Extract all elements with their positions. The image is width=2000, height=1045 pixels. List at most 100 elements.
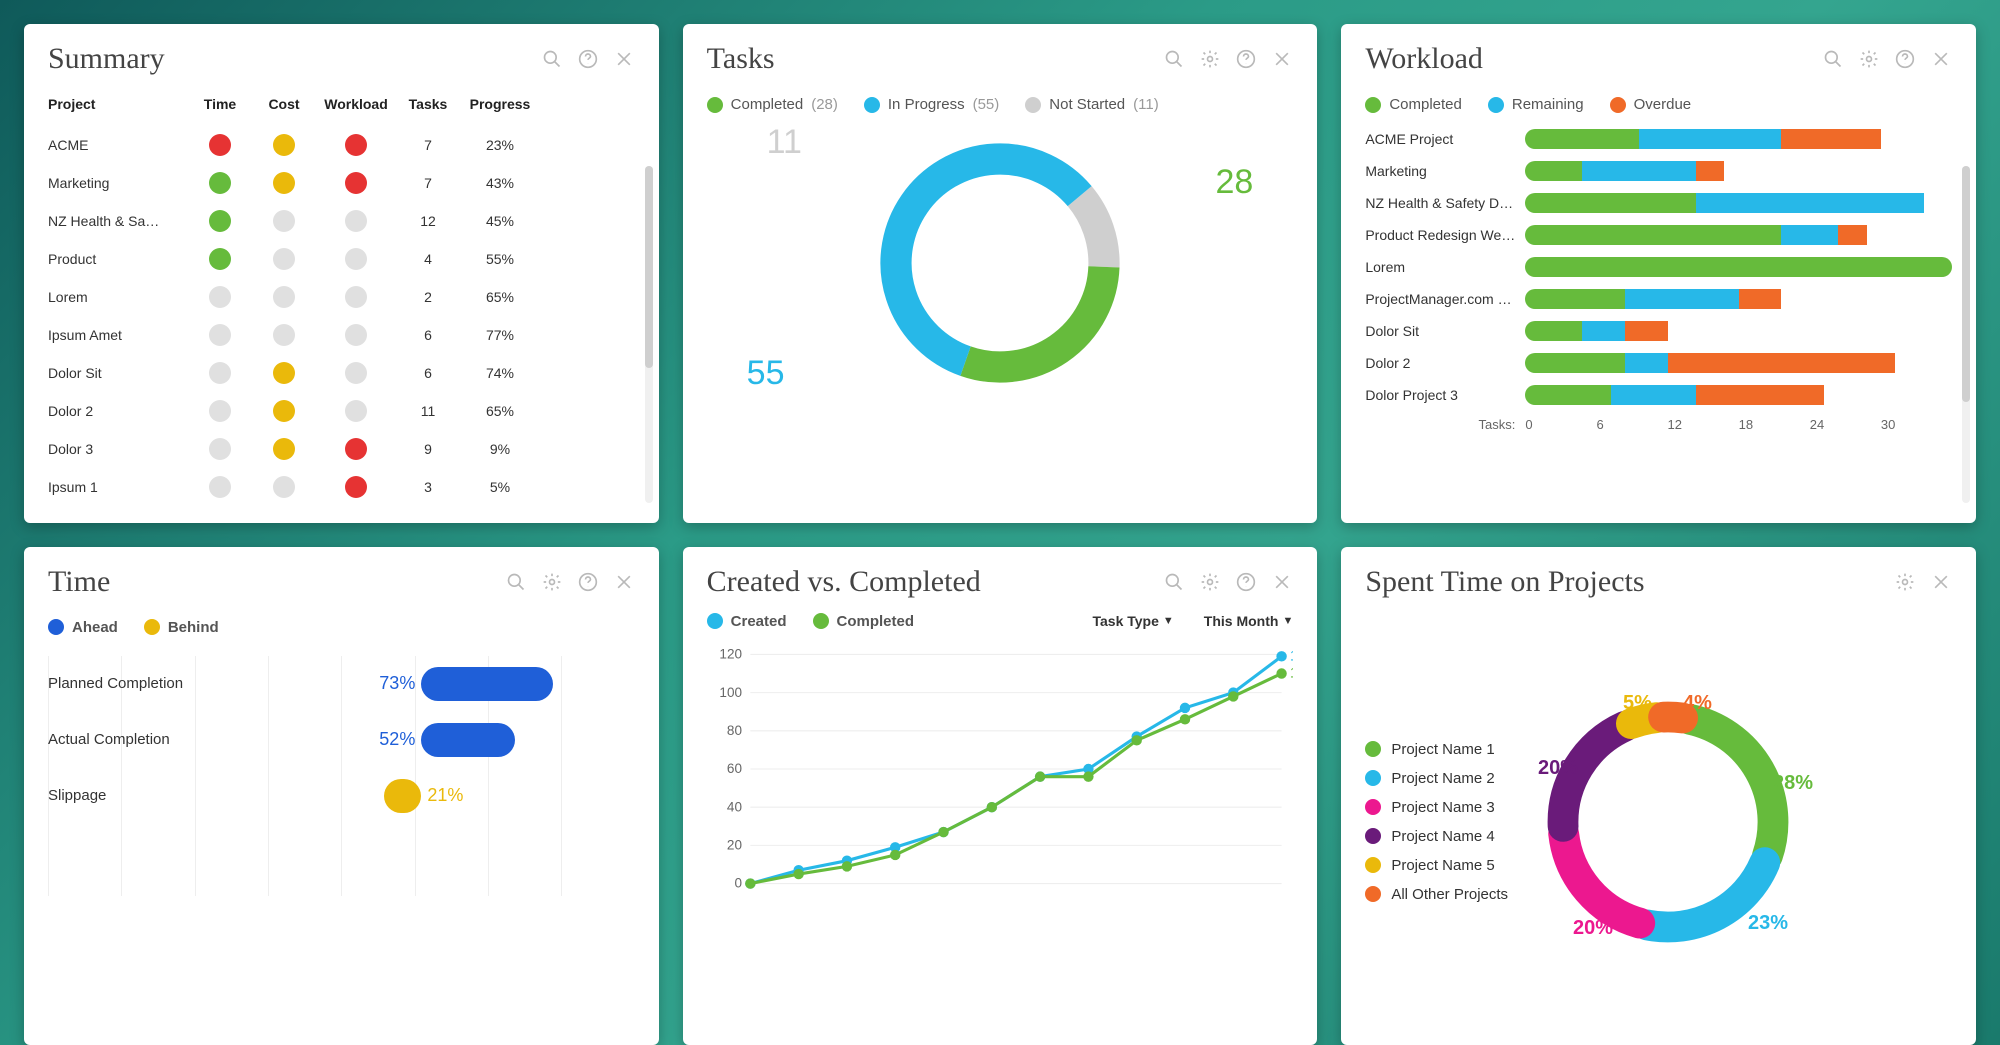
panel-title: Created vs. Completed: [707, 565, 981, 599]
workload-row[interactable]: Product Redesign We…: [1365, 219, 1952, 251]
time-row: Actual Completion52%: [48, 712, 635, 768]
legend-item[interactable]: Project Name 5: [1365, 851, 1508, 880]
close-icon[interactable]: [1930, 48, 1952, 70]
workload-row[interactable]: ProjectManager.com …: [1365, 283, 1952, 315]
help-icon[interactable]: [1235, 48, 1257, 70]
legend-item[interactable]: Completed: [1365, 96, 1462, 113]
status-dot: [345, 210, 367, 232]
legend-item[interactable]: Project Name 3: [1365, 793, 1508, 822]
legend-item[interactable]: Overdue: [1610, 96, 1692, 113]
scrollbar[interactable]: [645, 166, 653, 503]
help-icon[interactable]: [1235, 571, 1257, 593]
close-icon[interactable]: [1271, 571, 1293, 593]
status-dot: [209, 362, 231, 384]
panel-workload: Workload CompletedRemainingOverdueACME P…: [1341, 24, 1976, 523]
table-row[interactable]: Lorem265%: [48, 278, 635, 316]
table-row[interactable]: Ipsum Amet677%: [48, 316, 635, 354]
help-icon[interactable]: [577, 48, 599, 70]
close-icon[interactable]: [1271, 48, 1293, 70]
status-dot: [273, 476, 295, 498]
legend-item[interactable]: Not Started (11): [1025, 96, 1158, 113]
search-icon[interactable]: [1163, 571, 1185, 593]
panel-summary: Summary ProjectTimeCostWorkloadTasksProg…: [24, 24, 659, 523]
status-dot: [345, 362, 367, 384]
legend-item[interactable]: Completed (28): [707, 96, 838, 113]
search-icon[interactable]: [505, 571, 527, 593]
chevron-down-icon: ▼: [1282, 615, 1293, 627]
table-row[interactable]: Dolor 21165%: [48, 392, 635, 430]
status-dot: [209, 438, 231, 460]
search-icon[interactable]: [1822, 48, 1844, 70]
workload-row[interactable]: ACME Project: [1365, 123, 1952, 155]
workload-row[interactable]: Dolor Sit: [1365, 315, 1952, 347]
task-type-filter[interactable]: Task Type▼: [1092, 613, 1173, 629]
status-dot: [209, 476, 231, 498]
help-icon[interactable]: [577, 571, 599, 593]
gear-icon[interactable]: [1199, 571, 1221, 593]
status-dot: [273, 286, 295, 308]
status-dot: [273, 210, 295, 232]
workload-row[interactable]: NZ Health & Safety De…: [1365, 187, 1952, 219]
status-dot: [209, 134, 231, 156]
column-header[interactable]: Workload: [316, 96, 396, 112]
chart-label: 28: [1216, 163, 1254, 202]
close-icon[interactable]: [613, 571, 635, 593]
status-dot: [273, 438, 295, 460]
status-dot: [345, 324, 367, 346]
svg-text:120: 120: [719, 646, 742, 661]
search-icon[interactable]: [1163, 48, 1185, 70]
workload-row[interactable]: Marketing: [1365, 155, 1952, 187]
table-row[interactable]: Dolor 399%: [48, 430, 635, 468]
chart-label: 11: [767, 123, 802, 162]
panel-spent-time: Spent Time on Projects Project Name 1Pro…: [1341, 547, 1976, 1045]
gear-icon[interactable]: [541, 571, 563, 593]
column-header[interactable]: Project: [48, 96, 188, 112]
chart-label: 20%: [1538, 757, 1578, 780]
status-dot: [345, 286, 367, 308]
workload-row[interactable]: Dolor 2: [1365, 347, 1952, 379]
table-row[interactable]: Product455%: [48, 240, 635, 278]
table-row[interactable]: ACME723%: [48, 126, 635, 164]
chart-label: 28%: [1773, 772, 1813, 795]
gear-icon[interactable]: [1858, 48, 1880, 70]
date-range-filter[interactable]: This Month▼: [1204, 613, 1294, 629]
panel-time: Time AheadBehind Planned Completion73%Ac…: [24, 547, 659, 1045]
panel-title: Tasks: [707, 42, 775, 76]
legend-item[interactable]: Completed: [813, 613, 915, 630]
table-row[interactable]: Dolor Sit674%: [48, 354, 635, 392]
close-icon[interactable]: [613, 48, 635, 70]
workload-row[interactable]: Lorem: [1365, 251, 1952, 283]
legend-item[interactable]: Remaining: [1488, 96, 1584, 113]
gear-icon[interactable]: [1894, 571, 1916, 593]
legend-item[interactable]: Project Name 4: [1365, 822, 1508, 851]
legend-item[interactable]: Project Name 2: [1365, 764, 1508, 793]
column-header[interactable]: Progress: [460, 96, 540, 112]
legend-item[interactable]: Ahead: [48, 619, 118, 636]
status-dot: [345, 438, 367, 460]
table-row[interactable]: Ipsum 135%: [48, 468, 635, 506]
legend-item[interactable]: Project Name 1: [1365, 735, 1508, 764]
status-dot: [345, 248, 367, 270]
legend-item[interactable]: Behind: [144, 619, 219, 636]
status-dot: [273, 400, 295, 422]
legend-item[interactable]: Created: [707, 613, 787, 630]
gear-icon[interactable]: [1199, 48, 1221, 70]
chart-label: 23%: [1748, 912, 1788, 935]
close-icon[interactable]: [1930, 571, 1952, 593]
panel-title: Time: [48, 565, 110, 599]
column-header[interactable]: Time: [188, 96, 252, 112]
legend-item[interactable]: All Other Projects: [1365, 880, 1508, 909]
chart-label: 5%: [1623, 692, 1652, 715]
workload-row[interactable]: Dolor Project 3: [1365, 379, 1952, 411]
scrollbar[interactable]: [1962, 166, 1970, 503]
status-dot: [209, 286, 231, 308]
status-dot: [345, 134, 367, 156]
help-icon[interactable]: [1894, 48, 1916, 70]
search-icon[interactable]: [541, 48, 563, 70]
legend-item[interactable]: In Progress (55): [864, 96, 999, 113]
column-header[interactable]: Tasks: [396, 96, 460, 112]
column-header[interactable]: Cost: [252, 96, 316, 112]
table-row[interactable]: NZ Health & Sa…1245%: [48, 202, 635, 240]
time-row: Slippage21%: [48, 768, 635, 824]
table-row[interactable]: Marketing743%: [48, 164, 635, 202]
